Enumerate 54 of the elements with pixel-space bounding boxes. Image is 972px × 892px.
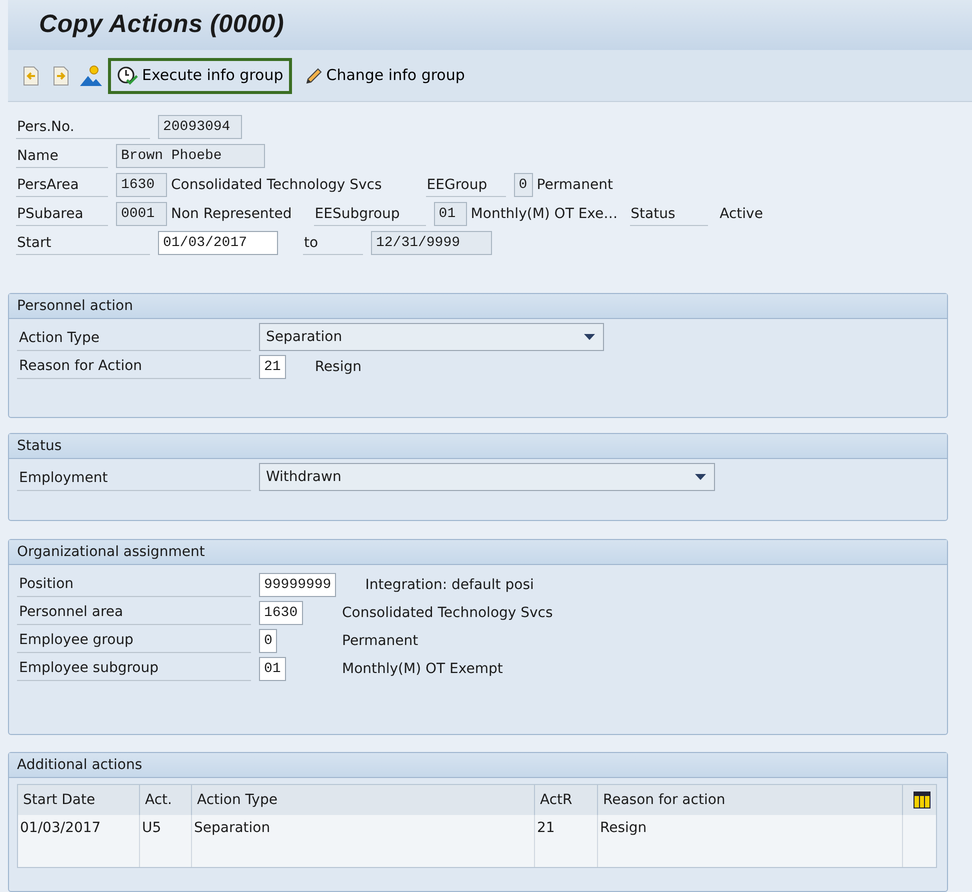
field-text: Permanent [536, 176, 614, 195]
group-title: Additional actions [9, 753, 947, 778]
input-field[interactable]: 1630 [116, 173, 167, 197]
execute-button[interactable]: Execute info group [108, 58, 292, 94]
caret-icon [695, 474, 706, 480]
field-label: Position [17, 571, 251, 597]
input-field[interactable]: 99999999 [259, 573, 336, 597]
field-label: Action Type [17, 325, 251, 351]
field-label: Personnel area [17, 599, 251, 625]
clock-check-icon [117, 66, 139, 86]
window-title: Copy Actions (0000) [39, 9, 284, 40]
field-label: Status [630, 202, 708, 226]
field-text: Monthly(M) OT Exempt [342, 660, 503, 679]
input-field[interactable]: 20093094 [158, 115, 242, 139]
field-label: PSubarea [16, 202, 108, 226]
caret-icon [584, 334, 595, 340]
field-label: Employee subgroup [17, 655, 251, 681]
field-label: Start [16, 231, 150, 255]
field-text: Resign [314, 358, 362, 377]
field-label: Employee group [17, 627, 251, 653]
field-text: Integration: default posi [365, 576, 534, 595]
field-text: Non Represented [170, 205, 293, 224]
input-field[interactable]: Brown Phoebe [116, 144, 265, 168]
field-label: Name [16, 144, 108, 168]
group-title: Status [9, 434, 947, 459]
input-field[interactable]: 0 [514, 173, 533, 197]
field-text: Monthly(M) OT Exe… [470, 205, 619, 224]
dropdown[interactable]: Withdrawn [259, 463, 715, 491]
input-field[interactable]: 0001 [116, 202, 167, 226]
field-text: Active [718, 205, 764, 224]
dropdown[interactable]: Separation [259, 323, 604, 351]
input-field[interactable]: 01 [434, 202, 467, 226]
field-text: Permanent [342, 632, 418, 651]
input-field[interactable]: 01 [259, 657, 286, 681]
column-layout-icon[interactable] [913, 791, 931, 809]
change-button[interactable]: Change info group [296, 58, 474, 94]
input-field[interactable]: 0 [259, 629, 278, 653]
field-label: to [303, 231, 363, 255]
field-text: Consolidated Technology Svcs [170, 176, 383, 195]
group-title: Organizational assignment [9, 540, 947, 565]
mountain-image-icon[interactable] [78, 62, 104, 88]
input-field[interactable]: 12/31/9999 [371, 231, 492, 255]
field-label: Reason for Action [17, 353, 251, 379]
group-title: Personnel action [9, 294, 947, 319]
field-label: Pers.No. [16, 115, 150, 139]
input-field[interactable]: 21 [259, 355, 286, 379]
field-text: Consolidated Technology Svcs [342, 604, 553, 623]
pencil-icon [305, 66, 324, 84]
field-label: EEGroup [426, 173, 506, 197]
field-label: Employment [17, 465, 251, 491]
field-label: PersArea [16, 173, 108, 197]
field-label: EESubgroup [314, 202, 426, 226]
input-field[interactable]: 1630 [259, 601, 303, 625]
input-field[interactable]: 01/03/2017 [158, 231, 278, 255]
